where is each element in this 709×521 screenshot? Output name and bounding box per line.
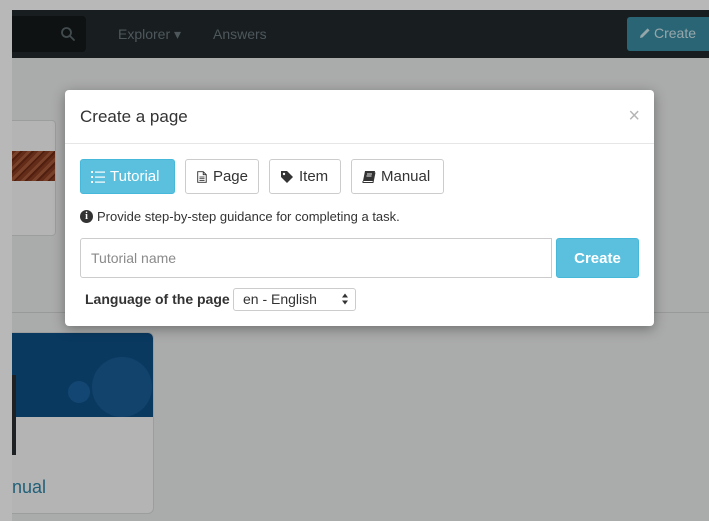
type-button-label: Item: [299, 168, 329, 185]
list-icon: [91, 170, 105, 183]
select-arrows-icon: [342, 293, 348, 305]
type-button-page[interactable]: Page: [185, 159, 259, 194]
language-select-value: en - English: [243, 291, 317, 307]
type-button-label: Manual: [381, 168, 431, 185]
modal-header: Create a page ×: [65, 90, 654, 144]
type-button-label: Page: [212, 168, 248, 185]
book-icon: [362, 170, 376, 183]
type-button-label: Tutorial: [110, 168, 160, 185]
info-icon: i: [80, 210, 93, 223]
type-hint: i Provide step-by-step guidance for comp…: [80, 209, 400, 224]
tutorial-name-input[interactable]: [80, 238, 552, 278]
language-select[interactable]: en - English: [233, 288, 356, 311]
type-button-tutorial[interactable]: Tutorial: [80, 159, 175, 194]
create-button[interactable]: Create: [556, 238, 639, 278]
create-page-modal: Create a page × Tutorial Page Item Manua…: [65, 90, 654, 326]
hint-text: Provide step-by-step guidance for comple…: [97, 209, 400, 224]
modal-title: Create a page: [80, 107, 188, 126]
language-label: Language of the page :: [85, 291, 239, 307]
close-icon[interactable]: ×: [628, 106, 640, 126]
tag-icon: [281, 170, 293, 183]
file-icon: [197, 170, 207, 183]
type-button-item[interactable]: Item: [269, 159, 341, 194]
type-button-manual[interactable]: Manual: [351, 159, 444, 194]
